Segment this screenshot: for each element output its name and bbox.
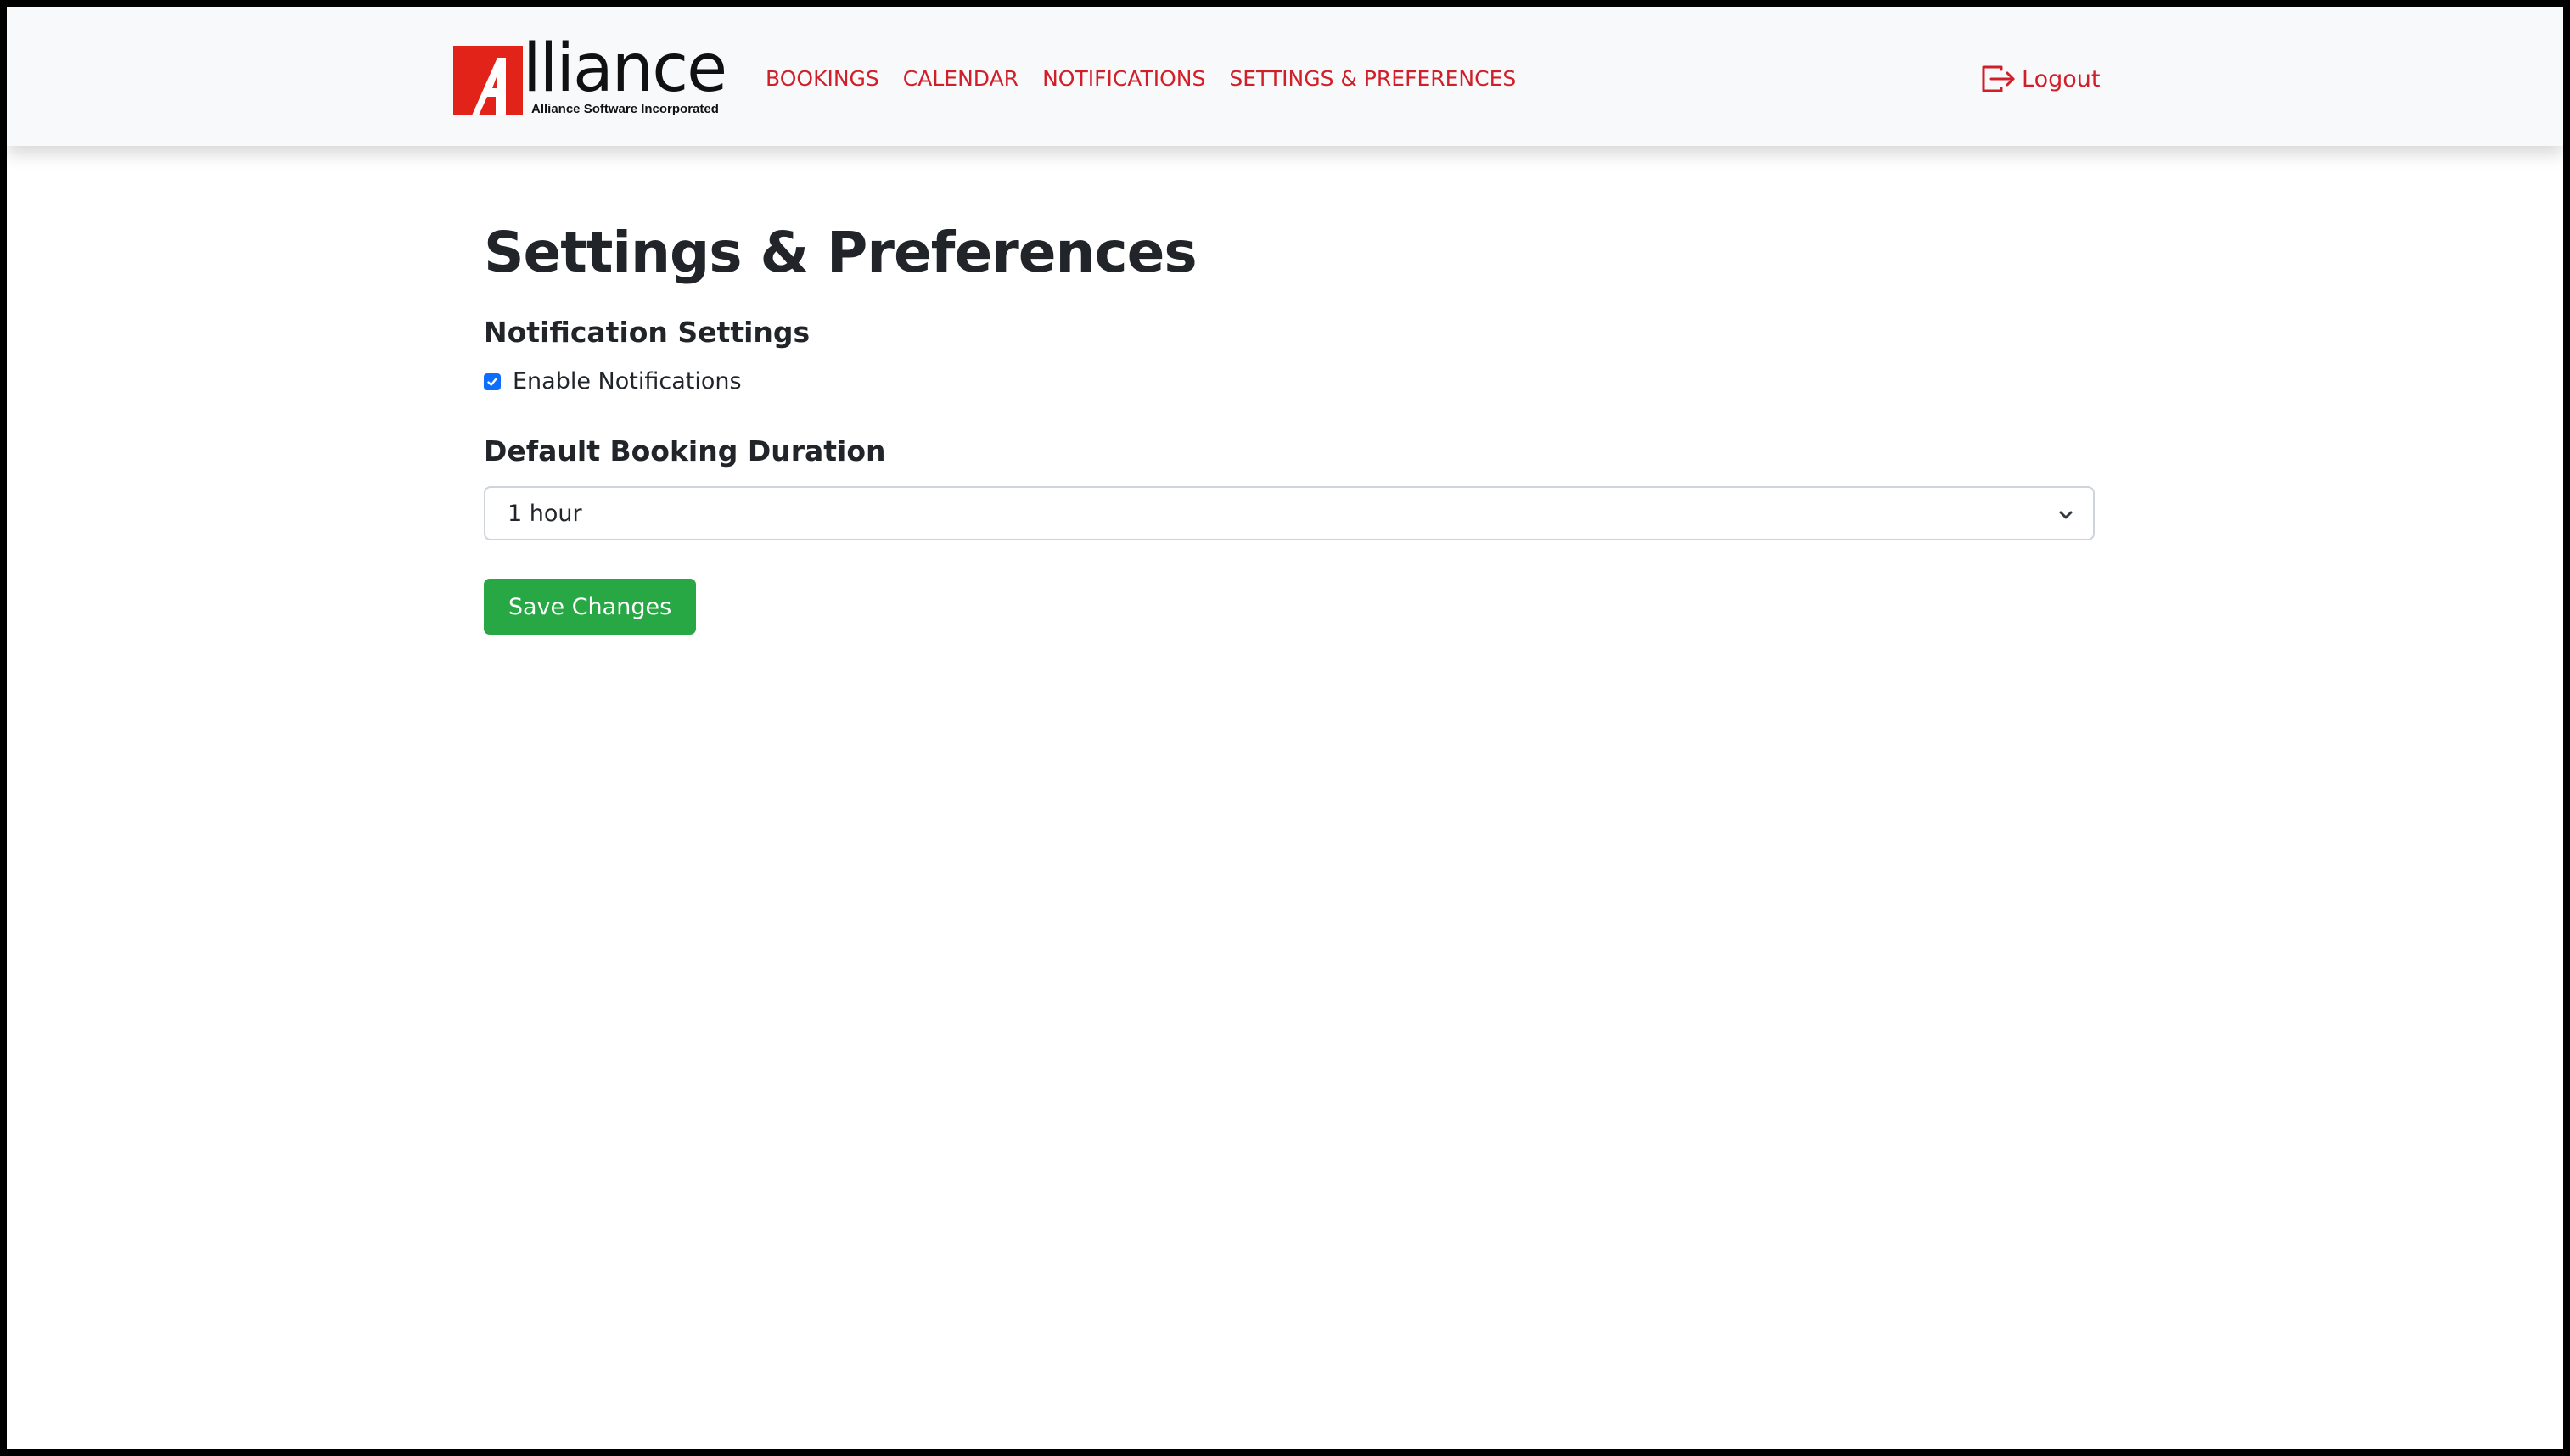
app-window: lliance Alliance Software Incorporated B… <box>0 0 2570 1456</box>
brand-name: lliance <box>523 31 727 107</box>
checkmark-icon <box>487 377 497 386</box>
main-nav: BOOKINGS CALENDAR NOTIFICATIONS SETTINGS… <box>766 66 1540 91</box>
enable-notifications-row: Enable Notifications <box>484 368 742 395</box>
top-navbar: lliance Alliance Software Incorporated B… <box>7 7 2563 146</box>
nav-calendar[interactable]: CALENDAR <box>903 66 1018 91</box>
nav-bookings[interactable]: BOOKINGS <box>766 66 879 91</box>
booking-duration-select[interactable]: 1 hour <box>484 486 2095 540</box>
enable-notifications-checkbox[interactable] <box>484 372 501 390</box>
nav-notifications[interactable]: NOTIFICATIONS <box>1042 66 1205 91</box>
logout-button[interactable]: Logout <box>1981 64 2100 93</box>
notification-settings-heading: Notification Settings <box>484 316 811 349</box>
brand-tagline: Alliance Software Incorporated <box>531 102 719 116</box>
brand-logo[interactable]: lliance Alliance Software Incorporated <box>453 31 733 120</box>
booking-duration-value: 1 hour <box>508 500 582 527</box>
settings-content: Settings & Preferences Notification Sett… <box>484 219 2096 635</box>
default-booking-duration-heading: Default Booking Duration <box>484 434 886 468</box>
alliance-logo-mark-icon <box>453 46 523 115</box>
logout-label: Logout <box>2022 65 2101 92</box>
page-title: Settings & Preferences <box>484 220 1198 285</box>
enable-notifications-label[interactable]: Enable Notifications <box>513 368 742 395</box>
save-changes-button[interactable]: Save Changes <box>484 579 696 635</box>
logout-icon <box>1982 65 2015 92</box>
nav-settings-preferences[interactable]: SETTINGS & PREFERENCES <box>1229 66 1516 91</box>
chevron-down-icon <box>2059 511 2073 519</box>
